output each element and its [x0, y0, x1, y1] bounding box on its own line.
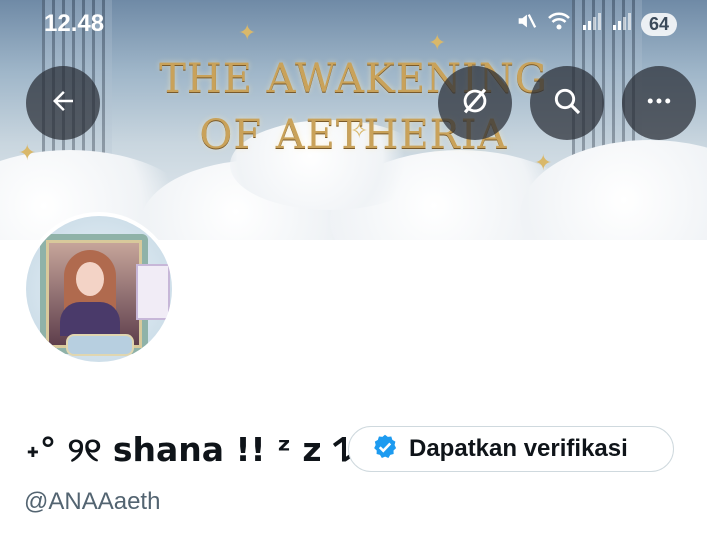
get-verified-label: Dapatkan verifikasi	[409, 435, 628, 462]
more-button[interactable]	[622, 66, 696, 140]
banner-title-line2: OF AETHERIA	[199, 112, 508, 158]
avatar-image	[26, 216, 172, 362]
get-verified-button[interactable]: Dapatkan verifikasi	[348, 426, 674, 472]
signal-icon-2	[611, 11, 631, 37]
grok-button[interactable]	[438, 66, 512, 140]
arrow-left-icon	[48, 86, 78, 121]
mute-icon	[515, 10, 537, 38]
avatar-plaque	[66, 334, 134, 356]
status-time: 12.48	[44, 10, 105, 37]
avatar-card	[136, 264, 170, 320]
avatar[interactable]	[22, 212, 176, 366]
back-button[interactable]	[26, 66, 100, 140]
battery-indicator: 64	[640, 12, 677, 36]
more-icon	[644, 86, 674, 121]
signal-icon	[581, 11, 601, 37]
verified-badge-icon	[371, 433, 399, 466]
status-bar: 12.48 64	[0, 0, 707, 46]
profile-name-row: ˖° ୨୧ shana !! ᶻ z 𐰁	[26, 426, 355, 471]
grok-icon	[458, 84, 492, 123]
profile-handle: @ANAAaeth	[24, 488, 161, 515]
status-icons: 64	[515, 10, 677, 38]
wifi-icon	[547, 11, 571, 37]
search-icon	[551, 85, 583, 122]
display-name: ˖° ୨୧ shana !! ᶻ z 𐰁	[26, 430, 355, 469]
avatar-body	[60, 302, 120, 336]
search-button[interactable]	[530, 66, 604, 140]
avatar-face	[76, 262, 104, 296]
